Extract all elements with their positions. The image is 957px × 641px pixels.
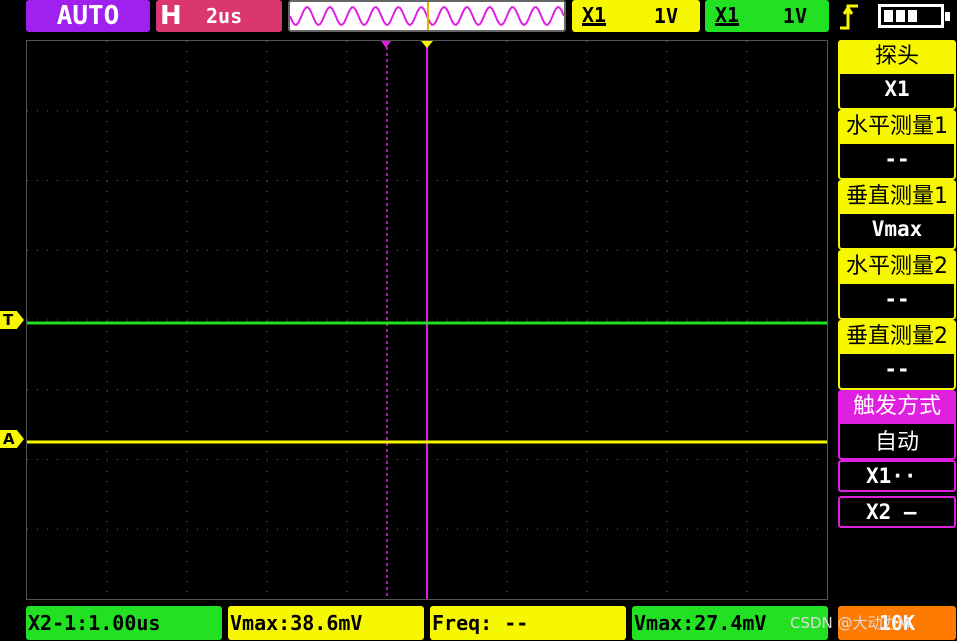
channel1-volts: 1V [653, 4, 678, 28]
waveform-overview [288, 0, 566, 32]
frequency-readout: Freq: -- [430, 606, 626, 640]
timebase-badge[interactable]: H 2us [156, 0, 282, 32]
oscilloscope-screen[interactable] [26, 40, 828, 600]
menu-vertical-measure-2-label: 垂直测量2 [838, 320, 956, 354]
watermark-text: CSDN @大动力M [790, 614, 911, 632]
cursor-x1-button[interactable]: X1·· [838, 460, 956, 492]
menu-probe[interactable]: 探头 X1 [838, 40, 956, 110]
timebase-label: H [160, 1, 182, 31]
trigger-level-marker[interactable]: T [0, 311, 24, 329]
menu-horizontal-measure-2-value: -- [838, 284, 956, 320]
ch1-vmax-readout: Vmax:38.6mV [228, 606, 424, 640]
graticule [27, 41, 827, 599]
menu-vertical-measure-1-label: 垂直测量1 [838, 180, 956, 214]
timebase-value: 2us [206, 4, 243, 28]
menu-horizontal-measure-1-value: -- [838, 144, 956, 180]
menu-horizontal-measure-1-label: 水平测量1 [838, 110, 956, 144]
channel2-volts: 1V [782, 4, 807, 28]
menu-probe-value: X1 [838, 74, 956, 110]
channel2-coupling: X1 [715, 0, 740, 30]
battery-icon [878, 4, 950, 28]
sine-wave-icon [290, 2, 564, 30]
cursor-x2-button[interactable]: X2 — [838, 496, 956, 528]
menu-vertical-measure-2-value: -- [838, 354, 956, 390]
menu-vertical-measure-1-value: Vmax [838, 214, 956, 250]
menu-vertical-measure-1[interactable]: 垂直测量1 Vmax [838, 180, 956, 250]
trigger-mode-badge[interactable]: AUTO [26, 0, 150, 32]
channel1-coupling: X1 [582, 0, 607, 30]
cursor-x1-marker-icon [381, 34, 391, 48]
trigger-edge-icon [838, 2, 862, 32]
menu-horizontal-measure-1[interactable]: 水平测量1 -- [838, 110, 956, 180]
menu-probe-label: 探头 [838, 40, 956, 74]
menu-trigger-mode-value: 自动 [838, 424, 956, 460]
menu-trigger-mode-label: 触发方式 [838, 390, 956, 424]
menu-trigger-mode[interactable]: 触发方式 自动 [838, 390, 956, 460]
menu-vertical-measure-2[interactable]: 垂直测量2 -- [838, 320, 956, 390]
channel1-badge[interactable]: X1 1V [572, 0, 700, 32]
menu-horizontal-measure-2[interactable]: 水平测量2 -- [838, 250, 956, 320]
channel-a-marker[interactable]: A [0, 430, 24, 448]
cursor-delta-readout: X2-1:1.00us [26, 606, 222, 640]
trigger-position-marker-icon [421, 34, 433, 48]
menu-horizontal-measure-2-label: 水平测量2 [838, 250, 956, 284]
channel2-badge[interactable]: X1 1V [705, 0, 829, 32]
